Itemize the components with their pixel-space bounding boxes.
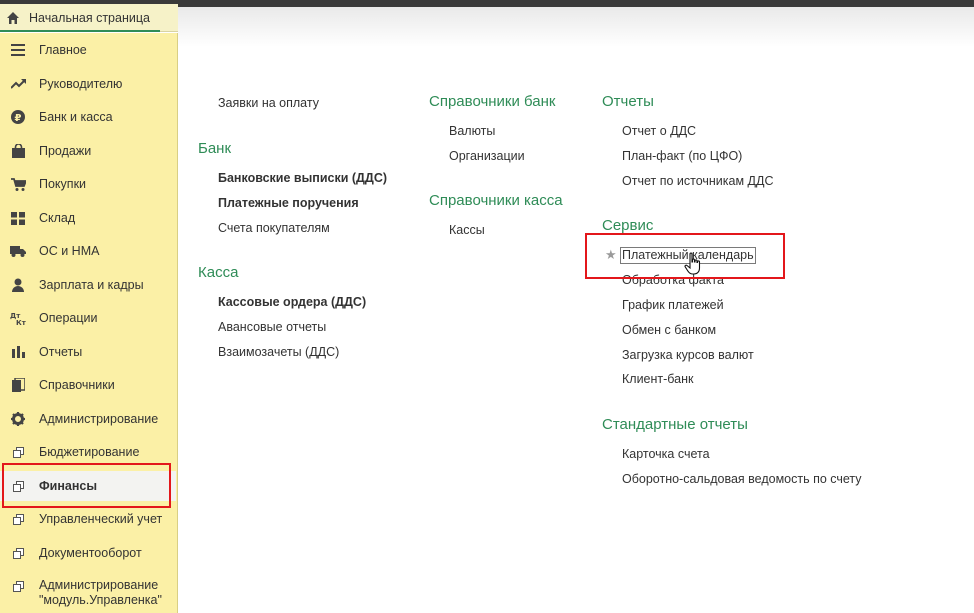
group-title-ref-bank: Справочники банк [429,93,556,110]
sidebar-item-main[interactable]: Главное [0,35,176,65]
link-payment-orders[interactable]: Платежные поручения [218,196,359,210]
sidebar-item-operations[interactable]: Дт Кт Операции [0,303,176,333]
sidebar-item-management-accounting[interactable]: Управленческий учет [0,504,176,534]
sidebar-item-label: Продажи [39,143,92,158]
home-icon [7,11,19,24]
grid-warehouse-icon [10,210,26,226]
ruble-coin-icon: ₽ [10,109,26,125]
sidebar-item-label: Операции [39,310,98,325]
sidebar-item-label: Склад [39,210,76,225]
link-turnover-balance-sheet[interactable]: Оборотно-сальдовая ведомость по счету [622,472,862,486]
dt-kt-icon: Дт Кт [10,310,26,326]
sidebar-item-label: Администрирование "модуль.Управленка" [39,578,162,607]
home-page-label: Начальная страница [29,10,150,25]
sidebar-item-label: Банк и касса [39,109,113,124]
link-customer-invoices[interactable]: Счета покупателям [218,221,330,235]
subsystem-icon [10,511,26,527]
sidebar-item-label: Документооборот [39,545,142,560]
books-icon [10,377,26,393]
hand-pointer-icon [684,252,701,275]
group-title-standard-reports: Стандартные отчеты [602,416,748,433]
link-dds-sources-report[interactable]: Отчет по источникам ДДС [622,174,774,188]
link-account-card[interactable]: Карточка счета [622,447,710,461]
group-title-bank: Банк [198,140,232,157]
link-client-bank[interactable]: Клиент-банк [622,372,694,386]
link-advance-reports[interactable]: Авансовые отчеты [218,320,326,334]
shopping-cart-icon [10,176,26,192]
sidebar-item-document-flow[interactable]: Документооборот [0,538,176,568]
sidebar-item-reports[interactable]: Отчеты [0,337,176,367]
sidebar-item-sales[interactable]: Продажи [0,136,176,166]
home-page-tab[interactable]: Начальная страница [0,4,178,32]
sidebar-item-label: Управленческий учет [39,511,163,526]
highlight-frame-finance [2,463,171,508]
link-cash-orders[interactable]: Кассовые ордера (ДДС) [218,295,366,309]
sidebar-item-administration[interactable]: Администрирование [0,404,176,434]
home-active-underline [0,30,160,32]
sidebar-item-bank-kassa[interactable]: ₽ Банк и касса [0,102,176,132]
sidebar-item-purchases[interactable]: Покупки [0,169,176,199]
sidebar-item-salary-hr[interactable]: Зарплата и кадры [0,270,176,300]
link-payment-schedule[interactable]: График платежей [622,298,724,312]
sidebar-item-os-nma[interactable]: ОС и НМА [0,236,176,266]
person-icon [10,277,26,293]
sidebar-item-label: Бюджетирование [39,444,140,459]
link-payment-requests[interactable]: Заявки на оплату [218,96,319,110]
group-title-ref-kassa: Справочники касса [429,192,563,209]
sidebar-item-label: Руководителю [39,76,123,91]
sidebar-item-label: Отчеты [39,344,83,359]
bar-chart-icon [10,344,26,360]
sidebar-item-warehouse[interactable]: Склад [0,203,176,233]
truck-icon [10,243,26,259]
group-title-reports: Отчеты [602,93,654,110]
svg-text:₽: ₽ [15,113,22,124]
link-offsets[interactable]: Взаимозачеты (ДДС) [218,345,339,359]
subsystem-icon [10,444,26,460]
link-plan-fact[interactable]: План-факт (по ЦФО) [622,149,742,163]
menu-lines-icon [10,42,26,58]
sidebar-item-label: Администрирование [39,411,159,426]
gear-icon [10,411,26,427]
sidebar-item-manager[interactable]: Руководителю [0,69,176,99]
shopping-bag-icon [10,143,26,159]
subsystem-icon [10,545,26,561]
sidebar-item-label: Покупки [39,176,87,191]
group-title-service: Сервис [602,217,654,234]
link-dds-report[interactable]: Отчет о ДДС [622,124,696,138]
content-header-shade [178,7,974,47]
trend-up-icon [10,76,26,92]
sidebar-item-label: Главное [39,42,87,57]
link-currencies[interactable]: Валюты [449,124,495,138]
link-bank-statements[interactable]: Банковские выписки (ДДС) [218,171,387,185]
sidebar-item-label: ОС и НМА [39,243,100,258]
link-bank-exchange[interactable]: Обмен с банком [622,323,716,337]
sidebar-item-label: Зарплата и кадры [39,277,144,292]
link-organizations[interactable]: Организации [449,149,525,163]
group-title-kassa: Касса [198,264,239,281]
sidebar-item-label: Справочники [39,377,115,392]
link-load-exchange-rates[interactable]: Загрузка курсов валют [622,348,754,362]
sidebar-item-admin-module[interactable]: Администрирование "модуль.Управленка" [0,575,176,611]
svg-text:Кт: Кт [16,319,26,325]
link-cash-desks[interactable]: Кассы [449,223,485,237]
subsystem-icon [10,578,26,594]
sidebar-item-references[interactable]: Справочники [0,370,176,400]
